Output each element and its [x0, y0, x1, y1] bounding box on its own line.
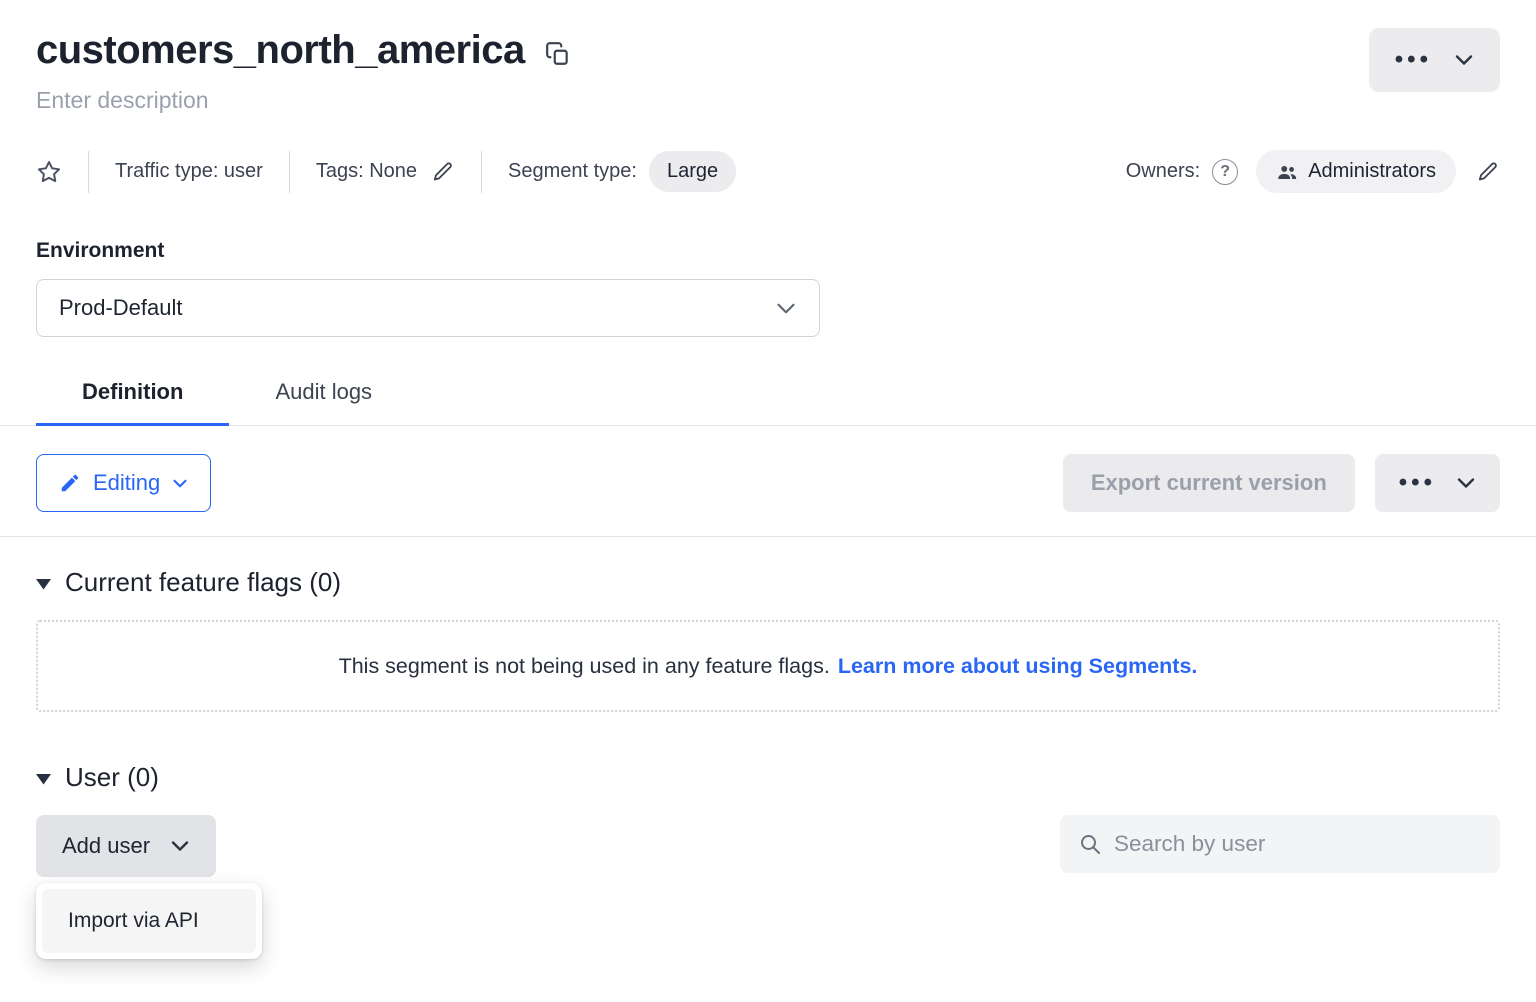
add-user-menu: Import via API	[36, 883, 262, 959]
definition-toolbar: Editing Export current version •••	[36, 454, 1500, 512]
meta-row: Traffic type: user Tags: None Segment ty…	[36, 150, 1500, 193]
owners-value: Administrators	[1308, 160, 1436, 183]
page-title: customers_north_america	[36, 28, 525, 73]
owners-group: Owners: ? Administrators	[1126, 150, 1500, 193]
chevron-down-icon	[775, 301, 797, 316]
collapse-caret-icon[interactable]	[36, 774, 51, 785]
segment-page: customers_north_america Enter descriptio…	[0, 0, 1536, 877]
feature-flags-heading: Current feature flags (0)	[65, 567, 341, 598]
chevron-down-icon	[1454, 53, 1474, 67]
feature-flags-empty-state: This segment is not being used in any fe…	[36, 620, 1500, 712]
meta-divider	[88, 151, 89, 193]
page-header: customers_north_america Enter descriptio…	[36, 28, 1500, 114]
people-icon	[1276, 161, 1298, 183]
edit-owners-icon[interactable]	[1476, 160, 1500, 184]
environment-label: Environment	[36, 239, 1500, 263]
segment-type-badge: Large	[649, 151, 736, 192]
environment-select[interactable]: Prod-Default	[36, 279, 820, 337]
star-icon[interactable]	[36, 159, 62, 185]
export-version-button[interactable]: Export current version	[1063, 454, 1355, 512]
tab-definition[interactable]: Definition	[36, 379, 229, 426]
user-heading: User (0)	[65, 762, 159, 793]
tab-audit-logs[interactable]: Audit logs	[229, 379, 418, 426]
segment-type-label: Segment type:	[508, 160, 637, 183]
chevron-down-icon	[170, 839, 190, 853]
ellipsis-icon: •••	[1399, 471, 1436, 495]
editing-mode-button[interactable]: Editing	[36, 454, 211, 512]
add-user-button[interactable]: Add user	[36, 815, 216, 877]
section-divider	[0, 536, 1536, 537]
toolbar-more-button[interactable]: •••	[1375, 454, 1500, 512]
help-icon[interactable]: ?	[1212, 159, 1238, 185]
user-search[interactable]	[1060, 815, 1500, 873]
chevron-down-icon	[1456, 476, 1476, 490]
owners-pill[interactable]: Administrators	[1256, 150, 1456, 193]
tab-bar: Definition Audit logs	[0, 379, 1536, 426]
header-more-button[interactable]: •••	[1369, 28, 1500, 92]
add-user-label: Add user	[62, 833, 150, 859]
meta-divider	[481, 151, 482, 193]
feature-flags-section: Current feature flags (0) This segment i…	[36, 567, 1500, 712]
learn-more-link[interactable]: Learn more about using Segments.	[838, 654, 1198, 679]
menu-item-import-via-api[interactable]: Import via API	[42, 889, 256, 953]
tags-label: Tags: None	[316, 160, 417, 183]
owners-label: Owners:	[1126, 160, 1200, 183]
copy-icon[interactable]	[545, 41, 571, 67]
search-by-user-input[interactable]	[1114, 831, 1482, 857]
chevron-down-icon	[172, 478, 188, 489]
collapse-caret-icon[interactable]	[36, 579, 51, 590]
environment-section: Environment Prod-Default	[36, 239, 1500, 337]
edit-tags-icon[interactable]	[431, 160, 455, 184]
editing-label: Editing	[93, 470, 160, 496]
empty-state-text: This segment is not being used in any fe…	[339, 654, 830, 679]
description-placeholder[interactable]: Enter description	[36, 87, 571, 114]
search-icon	[1078, 832, 1102, 856]
traffic-type-label: Traffic type: user	[115, 160, 263, 183]
environment-selected-value: Prod-Default	[59, 295, 183, 321]
meta-divider	[289, 151, 290, 193]
ellipsis-icon: •••	[1395, 48, 1432, 72]
user-section: User (0) Add user Import via API	[36, 762, 1500, 877]
pencil-icon	[59, 472, 81, 494]
